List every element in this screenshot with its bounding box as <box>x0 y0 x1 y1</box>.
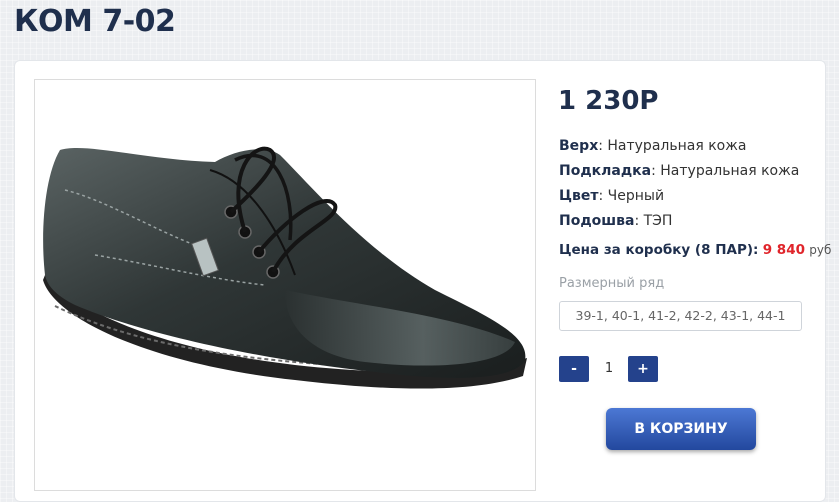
shoe-illustration <box>43 146 527 389</box>
attribute-lining: Подкладка: Натуральная кожа <box>559 163 799 179</box>
attribute-label: Подошва <box>559 213 635 229</box>
box-price-currency: руб <box>809 243 832 257</box>
product-image[interactable] <box>34 79 536 491</box>
quantity-decrease-button[interactable]: - <box>559 356 589 382</box>
attribute-value: : ТЭП <box>634 213 673 229</box>
attribute-label: Подкладка <box>559 163 652 179</box>
attribute-color: Цвет: Черный <box>559 188 664 204</box>
size-range-label: Размерный ряд <box>559 276 665 291</box>
attribute-upper: Верх: Натуральная кожа <box>559 138 746 154</box>
add-to-cart-button[interactable]: В КОРЗИНУ <box>606 408 756 450</box>
attribute-value: : Натуральная кожа <box>598 138 747 154</box>
attribute-value: : Натуральная кожа <box>651 163 800 179</box>
page-title: КОМ 7-02 <box>14 4 176 39</box>
product-price: 1 230Р <box>558 86 659 116</box>
attribute-label: Цвет <box>559 188 599 204</box>
attribute-label: Верх <box>559 138 599 154</box>
quantity-input[interactable]: 1 <box>590 356 628 382</box>
size-range-field[interactable]: 39-1, 40-1, 41-2, 42-2, 43-1, 44-1 <box>559 301 802 331</box>
box-price-value: 9 840 <box>762 242 805 258</box>
attribute-value: : Черный <box>598 188 665 204</box>
box-price-label: Цена за коробку (8 ПАР): <box>559 242 759 258</box>
quantity-increase-button[interactable]: + <box>628 356 658 382</box>
box-price: Цена за коробку (8 ПАР): 9 840 руб <box>559 242 831 258</box>
attribute-sole: Подошва: ТЭП <box>559 213 672 229</box>
